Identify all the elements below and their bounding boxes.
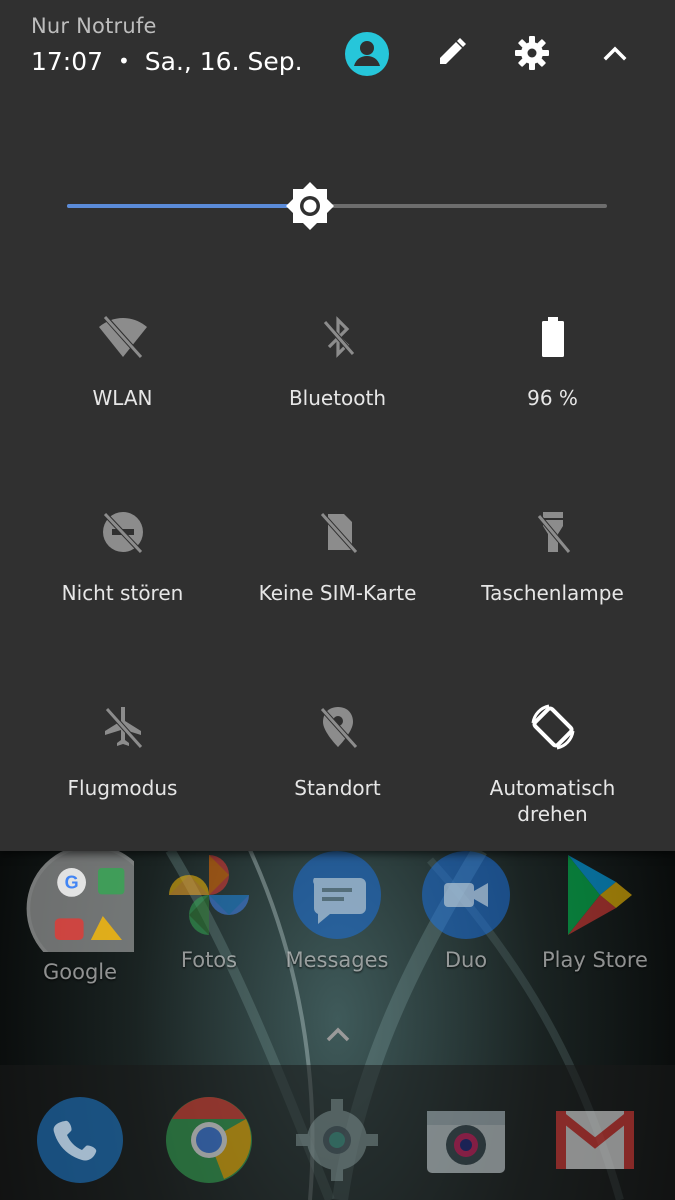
edit-icon[interactable]: [426, 30, 474, 78]
app-fotos-label: Fotos: [180, 948, 238, 972]
app-duo[interactable]: Duo: [401, 850, 531, 972]
phone-icon: [37, 1097, 123, 1183]
tile-wlan[interactable]: WLAN: [15, 311, 230, 411]
app-fotos[interactable]: Fotos: [144, 850, 274, 972]
quick-settings-panel: Nur Notrufe 17:07 • Sa., 16. Sep. WLAN B…: [0, 0, 675, 851]
dock-gmail[interactable]: [530, 1095, 660, 1185]
tile-wlan-label: WLAN: [92, 386, 153, 410]
screen: G Google Fotos Messages Duo Play Store N…: [0, 0, 675, 1200]
battery-icon: [541, 317, 564, 357]
svg-text:G: G: [65, 872, 79, 892]
duo-icon: [422, 851, 510, 939]
gmail-icon: [556, 1111, 634, 1169]
photos-icon: [169, 855, 249, 935]
tile-taschenlampe[interactable]: Taschenlampe: [445, 506, 660, 606]
camera-icon: [427, 1111, 505, 1173]
settings-icon[interactable]: [508, 29, 556, 77]
carrier-label: Nur Notrufe: [31, 14, 157, 38]
tile-bluetooth-label: Bluetooth: [288, 386, 387, 410]
location-off-icon: [319, 707, 358, 749]
play-store-icon: [568, 855, 632, 935]
app-messages[interactable]: Messages: [272, 850, 402, 972]
date-separator: •: [118, 49, 130, 73]
tile-bluetooth[interactable]: Bluetooth: [230, 311, 445, 411]
brightness-slider[interactable]: [67, 204, 607, 208]
google-folder-icon: G: [26, 844, 134, 952]
brightness-slider-fill: [67, 204, 310, 208]
tile-sim[interactable]: Keine SIM-Karte: [230, 506, 445, 606]
home-app-row: G Google Fotos Messages Duo Play Store: [0, 844, 675, 1010]
wifi-off-icon: [98, 315, 147, 359]
tile-battery[interactable]: 96 %: [445, 311, 660, 411]
do-not-disturb-off-icon: [102, 512, 143, 554]
tile-flugmodus[interactable]: Flugmodus: [15, 701, 230, 801]
no-sim-icon: [319, 512, 358, 554]
flashlight-off-icon: [536, 512, 571, 554]
date: Sa., 16. Sep.: [144, 47, 303, 76]
tile-standort[interactable]: Standort: [230, 701, 445, 801]
app-play-store-label: Play Store: [542, 948, 648, 972]
dock-phone[interactable]: [15, 1095, 145, 1185]
messages-icon: [293, 851, 381, 939]
app-google-label: Google: [42, 960, 118, 984]
app-duo-label: Duo: [444, 948, 488, 972]
dock-chrome[interactable]: [144, 1095, 274, 1185]
chrome-icon: [166, 1097, 252, 1183]
dock-settings[interactable]: [272, 1095, 402, 1185]
airplane-off-icon: [104, 707, 143, 749]
tile-auto-rotate-label: Automatisch drehen: [489, 776, 616, 826]
bluetooth-off-icon: [322, 316, 355, 358]
tile-nicht-stoeren-label: Nicht stören: [61, 581, 184, 605]
tile-standort-label: Standort: [294, 776, 381, 800]
tile-nicht-stoeren[interactable]: Nicht stören: [15, 506, 230, 606]
tile-sim-label: Keine SIM-Karte: [258, 581, 417, 605]
tile-flugmodus-label: Flugmodus: [67, 776, 178, 800]
brightness-thumb-icon[interactable]: [284, 180, 336, 232]
app-play-store[interactable]: Play Store: [530, 850, 660, 972]
collapse-icon[interactable]: [591, 29, 639, 77]
auto-rotate-icon: [531, 704, 574, 750]
clock: 17:07: [31, 47, 104, 76]
settings-app-icon: [296, 1099, 378, 1181]
app-drawer-chevron-icon[interactable]: [322, 1022, 354, 1046]
account-icon[interactable]: [343, 30, 391, 78]
tile-battery-label: 96 %: [527, 386, 578, 410]
tile-taschenlampe-label: Taschenlampe: [481, 581, 624, 605]
date-time[interactable]: 17:07 • Sa., 16. Sep.: [31, 47, 303, 76]
dock-camera[interactable]: [401, 1095, 531, 1185]
tile-auto-rotate[interactable]: Automatisch drehen: [445, 701, 660, 827]
app-google[interactable]: G Google: [15, 844, 145, 984]
dock-row: [0, 1095, 675, 1190]
app-messages-label: Messages: [285, 948, 389, 972]
